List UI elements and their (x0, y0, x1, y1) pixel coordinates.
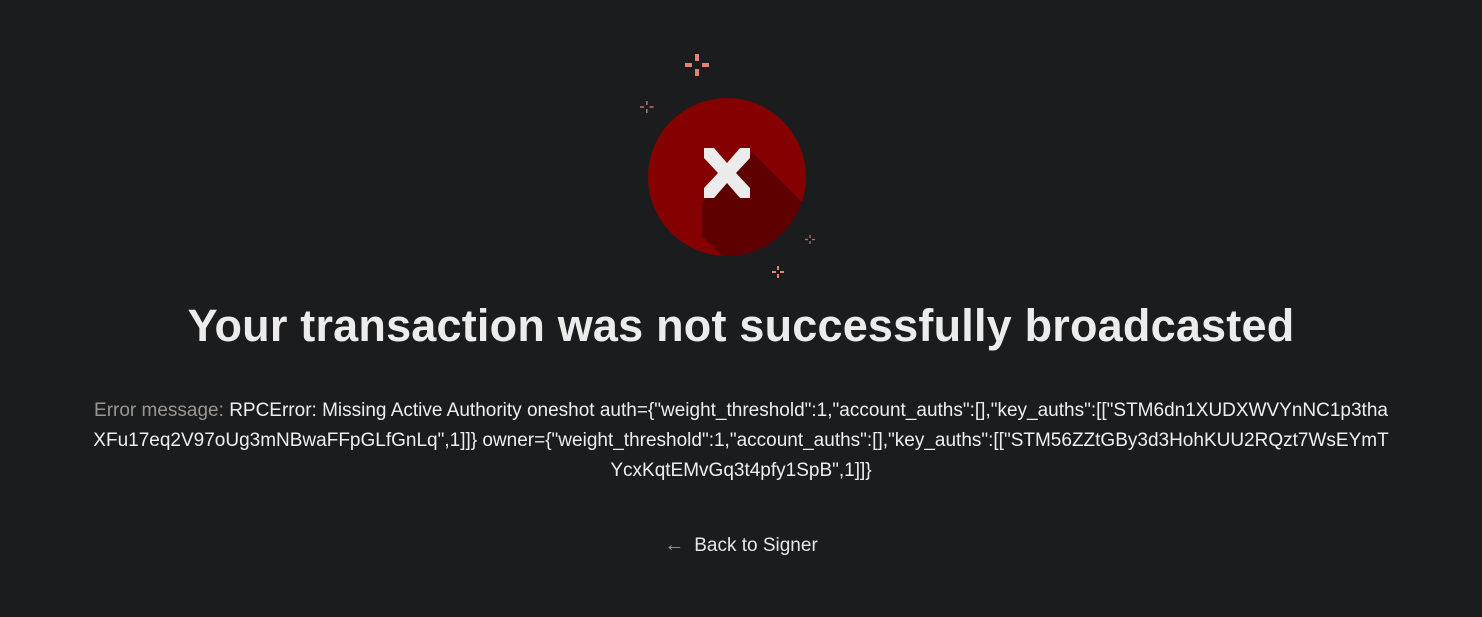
back-nav: ← Back to Signer (0, 530, 1482, 561)
error-illustration (636, 50, 826, 285)
sparkle-bottom-icon (772, 266, 784, 278)
sparkle-tiny-icon (805, 235, 815, 244)
back-link-label: Back to Signer (694, 535, 818, 556)
error-label: Error message: (94, 400, 224, 421)
error-x-icon (640, 54, 815, 278)
sparkle-large-icon (685, 54, 709, 76)
error-page: Your transaction was not successfully br… (0, 0, 1482, 617)
sparkle-small-icon (640, 101, 654, 113)
error-text: RPCError: Missing Active Authority onesh… (93, 400, 1389, 481)
arrow-left-icon: ← (664, 534, 685, 556)
back-to-signer-link[interactable]: ← Back to Signer (664, 534, 818, 556)
error-message: Error message: RPCError: Missing Active … (90, 396, 1392, 486)
page-title: Your transaction was not successfully br… (187, 300, 1295, 351)
